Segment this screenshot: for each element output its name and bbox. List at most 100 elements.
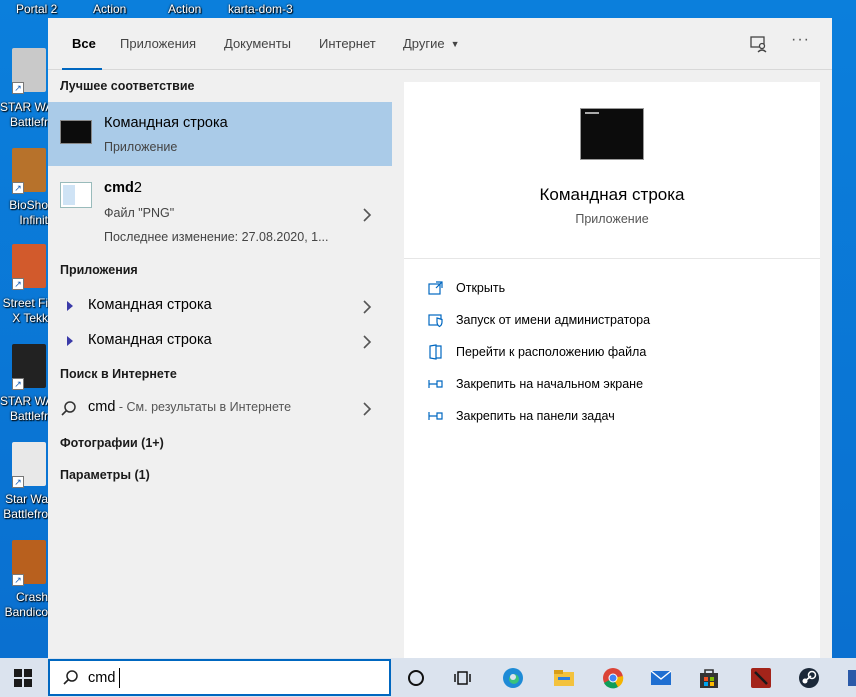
app-result-label: Командная строка: [88, 332, 212, 348]
shortcut-arrow-icon: ↗: [12, 82, 24, 94]
shortcut-arrow-icon: ↗: [12, 278, 24, 290]
chrome-icon[interactable]: [602, 667, 624, 689]
preview-title: Командная строка: [539, 185, 685, 204]
action-open[interactable]: Открыть: [428, 278, 808, 300]
preview-subtitle: Приложение: [575, 212, 649, 226]
file-explorer-icon[interactable]: [553, 667, 575, 689]
preview-pane: Командная строка Приложение Открыть Запу…: [404, 82, 820, 658]
overflow-app-icon[interactable]: [846, 667, 856, 689]
best-match-item[interactable]: Командная строка Приложение: [48, 102, 392, 166]
chevron-right-icon[interactable]: [362, 208, 372, 222]
desktop-icon-label: Street Fi: [2, 296, 48, 310]
mail-icon[interactable]: [650, 667, 672, 689]
console-text-detail: [585, 112, 599, 114]
desktop-icon-label: Star Wa: [5, 492, 48, 506]
windows-start-icon[interactable]: [14, 669, 32, 687]
desktop-label-action-1[interactable]: Action: [93, 2, 126, 16]
app-result-label: Командная строка: [88, 297, 212, 313]
web-search-query-text: cmd: [88, 399, 116, 415]
best-match-subtitle: Приложение: [104, 140, 178, 154]
results-list: Лучшее соответствие Командная строка При…: [48, 70, 392, 658]
open-icon: [428, 280, 444, 296]
dota-icon[interactable]: [750, 667, 772, 689]
desktop-icon-label: Bandico: [4, 605, 48, 619]
action-pin-start-label: Закрепить на начальном экране: [456, 377, 644, 391]
search-panel: Все Приложения Документы Интернет Другие…: [48, 18, 832, 658]
pin-icon: [428, 408, 444, 424]
more-options-icon[interactable]: ···: [791, 31, 810, 49]
file-result-modified: Последнее изменение: 27.08.2020, 1...: [104, 230, 329, 244]
chevron-right-icon[interactable]: [362, 402, 372, 416]
action-open-file-location[interactable]: Перейти к расположению файла: [428, 342, 808, 364]
tab-documents[interactable]: Документы: [224, 36, 291, 51]
chevron-right-icon[interactable]: [362, 335, 372, 349]
feedback-icon[interactable]: [748, 33, 770, 55]
desktop-label-portal[interactable]: Portal 2: [16, 2, 57, 16]
shield-icon: [428, 312, 444, 328]
action-run-as-admin[interactable]: Запуск от имени администратора: [428, 310, 808, 332]
search-icon: [62, 669, 80, 687]
file-result-name-rest: 2: [133, 180, 142, 196]
tab-apps[interactable]: Приложения: [120, 36, 196, 51]
text-caret: [119, 668, 120, 688]
cortana-icon[interactable]: [405, 667, 427, 689]
chevron-down-icon: ▼: [450, 39, 460, 49]
desktop-label-action-2[interactable]: Action: [168, 2, 201, 16]
png-file-icon: [60, 182, 92, 208]
web-search-hint: - См. результаты в Интернете: [115, 400, 292, 414]
file-result-name: cmd2: [104, 180, 142, 196]
desktop-label-karta[interactable]: karta-dom-3: [228, 2, 293, 16]
best-match-title: Командная строка: [104, 115, 228, 131]
search-tabs-bar: Все Приложения Документы Интернет Другие…: [48, 18, 832, 70]
action-pin-start[interactable]: Закрепить на начальном экране: [428, 374, 808, 396]
desktop-icon-label: BioSho: [9, 198, 48, 212]
desktop-icon-label: Battlefr: [9, 409, 48, 423]
action-open-label: Открыть: [456, 281, 506, 295]
desktop-icon-label: Crash: [15, 590, 48, 604]
command-prompt-icon: [60, 120, 92, 144]
preview-divider: [404, 258, 820, 259]
web-search-query: cmd - См. результаты в Интернете: [88, 399, 291, 415]
tab-internet[interactable]: Интернет: [319, 36, 376, 51]
edge-icon[interactable]: [502, 667, 524, 689]
app-result-item[interactable]: Командная строка: [48, 325, 392, 359]
command-prompt-small-icon: [64, 299, 76, 311]
tab-other[interactable]: Другие ▼: [403, 36, 460, 51]
desktop-icon-label: Battlefro: [3, 507, 48, 521]
chevron-right-icon[interactable]: [362, 300, 372, 314]
action-pin-taskbar-label: Закрепить на панели задач: [456, 409, 615, 423]
command-prompt-large-icon: [580, 108, 644, 160]
task-view-icon[interactable]: [452, 667, 474, 689]
desktop-icon-label: Infinit: [19, 213, 48, 227]
desktop-icon-label: STAR WA: [0, 394, 48, 408]
best-match-header: Лучшее соответствие: [60, 79, 195, 93]
web-search-item[interactable]: cmd - См. результаты в Интернете: [48, 392, 392, 426]
tab-other-label: Другие: [403, 36, 445, 51]
file-location-icon: [428, 344, 444, 360]
apps-header: Приложения: [60, 263, 138, 277]
desktop-icon-label: X Tekk: [12, 311, 48, 325]
taskbar: cmd: [0, 658, 856, 697]
file-result-name-match: cmd: [104, 180, 134, 196]
pin-icon: [428, 376, 444, 392]
shortcut-arrow-icon: ↗: [12, 378, 24, 390]
desktop-top-labels: Portal 2 Action Action karta-dom-3: [0, 0, 856, 20]
action-pin-taskbar[interactable]: Закрепить на панели задач: [428, 406, 808, 428]
taskbar-search-input[interactable]: cmd: [48, 659, 391, 696]
action-run-as-admin-label: Запуск от имени администратора: [456, 313, 651, 327]
web-search-header: Поиск в Интернете: [60, 367, 177, 381]
desktop-icon-label: Battlefr: [9, 115, 48, 129]
store-icon[interactable]: [698, 667, 720, 689]
search-query-text: cmd: [88, 670, 116, 686]
settings-header[interactable]: Параметры (1): [60, 468, 150, 482]
shortcut-arrow-icon: ↗: [12, 182, 24, 194]
app-result-item[interactable]: Командная строка: [48, 290, 392, 324]
png-thumb-detail: [63, 185, 75, 205]
command-prompt-small-icon: [64, 334, 76, 346]
shortcut-arrow-icon: ↗: [12, 476, 24, 488]
steam-icon[interactable]: [798, 667, 820, 689]
photos-header[interactable]: Фотографии (1+): [60, 436, 164, 450]
search-icon: [60, 400, 78, 418]
tab-all[interactable]: Все: [72, 36, 96, 51]
file-result-item[interactable]: cmd2 Файл "PNG" Последнее изменение: 27.…: [48, 174, 392, 250]
